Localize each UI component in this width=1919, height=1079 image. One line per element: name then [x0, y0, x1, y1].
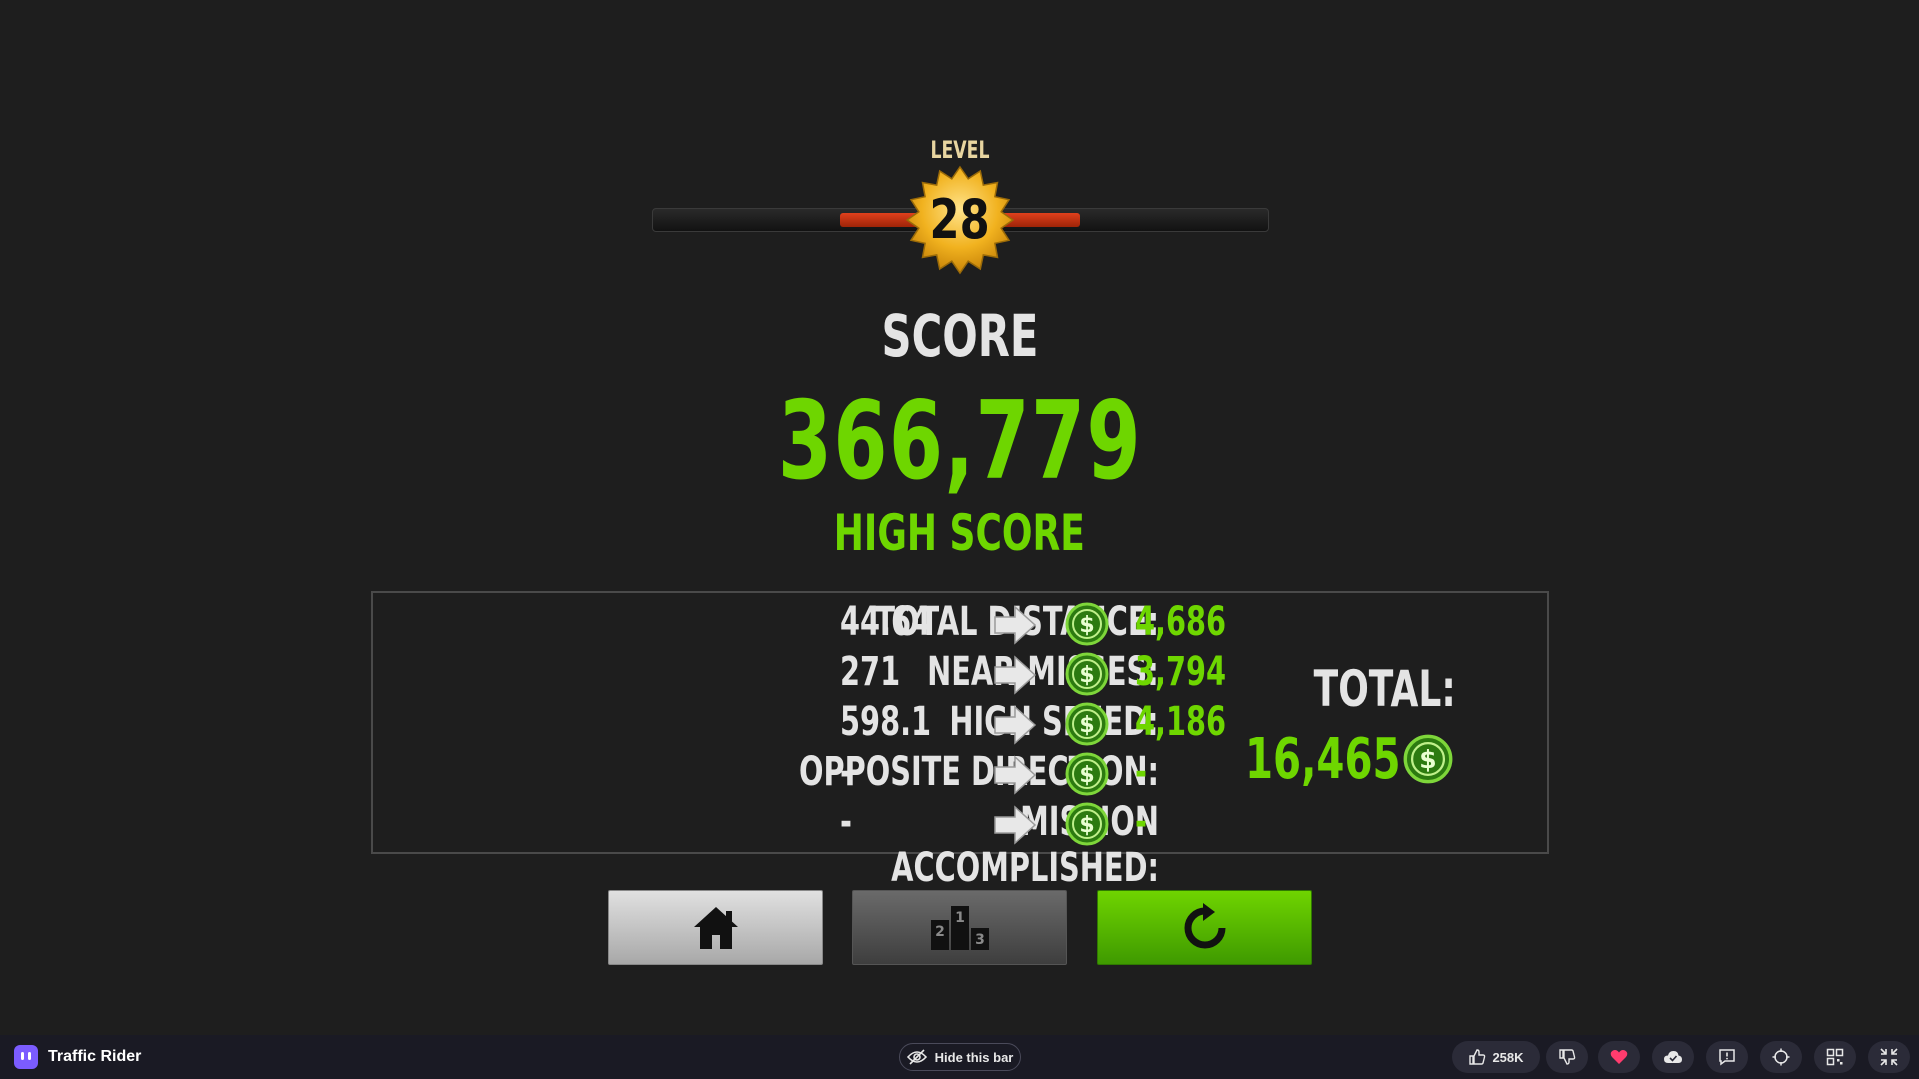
arrow-right-icon [994, 705, 1037, 745]
podium-icon: 1 2 3 [930, 905, 989, 950]
arrow-right-icon [994, 605, 1037, 645]
hide-bar-button[interactable]: Hide this bar [899, 1043, 1021, 1071]
high-score-label: HIGH SCORE [833, 504, 1085, 562]
level-label: LEVEL [929, 136, 989, 164]
dislike-button[interactable] [1546, 1041, 1588, 1073]
dollar-coin-icon: $ [1065, 602, 1109, 646]
crosshair-icon [1772, 1048, 1790, 1066]
thumbs-up-icon [1469, 1049, 1486, 1065]
game-title: Traffic Rider [48, 1048, 142, 1065]
bottom-bar: Traffic Rider Hide this bar 258K [0, 1035, 1919, 1079]
svg-text:$: $ [1419, 745, 1436, 774]
restart-icon [1184, 902, 1225, 948]
hide-bar-label: Hide this bar [934, 1049, 1014, 1065]
dollar-coin-icon: $ [1403, 734, 1453, 784]
total-value: 16,465 [1245, 727, 1401, 792]
stat-row: TOTAL DISTANCE: 44.64 $ 4,686 [371, 599, 1549, 649]
dollar-coin-icon: $ [1065, 702, 1109, 746]
brand: Traffic Rider [14, 1045, 141, 1069]
exit-fullscreen-icon [1880, 1048, 1898, 1066]
cloud-check-icon [1664, 1051, 1682, 1063]
svg-text:$: $ [1079, 813, 1094, 838]
svg-text:$: $ [1079, 713, 1094, 738]
svg-text:$: $ [1079, 663, 1094, 688]
qr-code-button[interactable] [1814, 1041, 1856, 1073]
level-number: 28 [929, 188, 991, 251]
svg-text:$: $ [1079, 613, 1094, 638]
like-button[interactable]: 258K [1452, 1041, 1540, 1073]
svg-text:$: $ [1079, 763, 1094, 788]
favorite-button[interactable] [1598, 1041, 1640, 1073]
dollar-coin-icon: $ [1065, 752, 1109, 796]
arrow-right-icon [994, 755, 1037, 795]
svg-text:2: 2 [935, 924, 945, 940]
total-label: TOTAL: [1313, 660, 1457, 718]
poki-logo-icon [14, 1045, 38, 1069]
cloud-save-button[interactable] [1652, 1041, 1694, 1073]
exit-fullscreen-button[interactable] [1868, 1041, 1910, 1073]
heart-icon [1610, 1050, 1628, 1064]
like-count: 258K [1492, 1049, 1524, 1065]
qr-code-icon [1826, 1048, 1844, 1066]
svg-text:3: 3 [975, 932, 985, 948]
dollar-coin-icon: $ [1065, 802, 1109, 846]
arrow-right-icon [994, 805, 1037, 845]
theater-mode-button[interactable] [1760, 1041, 1802, 1073]
report-icon [1719, 1049, 1735, 1066]
restart-button[interactable] [1097, 890, 1312, 965]
thumbs-down-icon [1559, 1049, 1576, 1065]
score-value: 366,779 [777, 379, 1142, 504]
arrow-right-icon [994, 655, 1037, 695]
home-icon [693, 906, 738, 949]
eye-off-icon [906, 1049, 927, 1065]
home-button[interactable] [608, 890, 823, 965]
score-title: SCORE [881, 302, 1038, 370]
stat-reward: 4,686 [1135, 599, 1227, 645]
stat-reward: - [1135, 799, 1147, 845]
svg-text:1: 1 [955, 910, 965, 926]
feedback-button[interactable] [1706, 1041, 1748, 1073]
stat-row: MISSION ACCOMPLISHED: - $ - [371, 799, 1549, 891]
leaderboard-button[interactable]: 1 2 3 [852, 890, 1067, 965]
dollar-coin-icon: $ [1065, 652, 1109, 696]
